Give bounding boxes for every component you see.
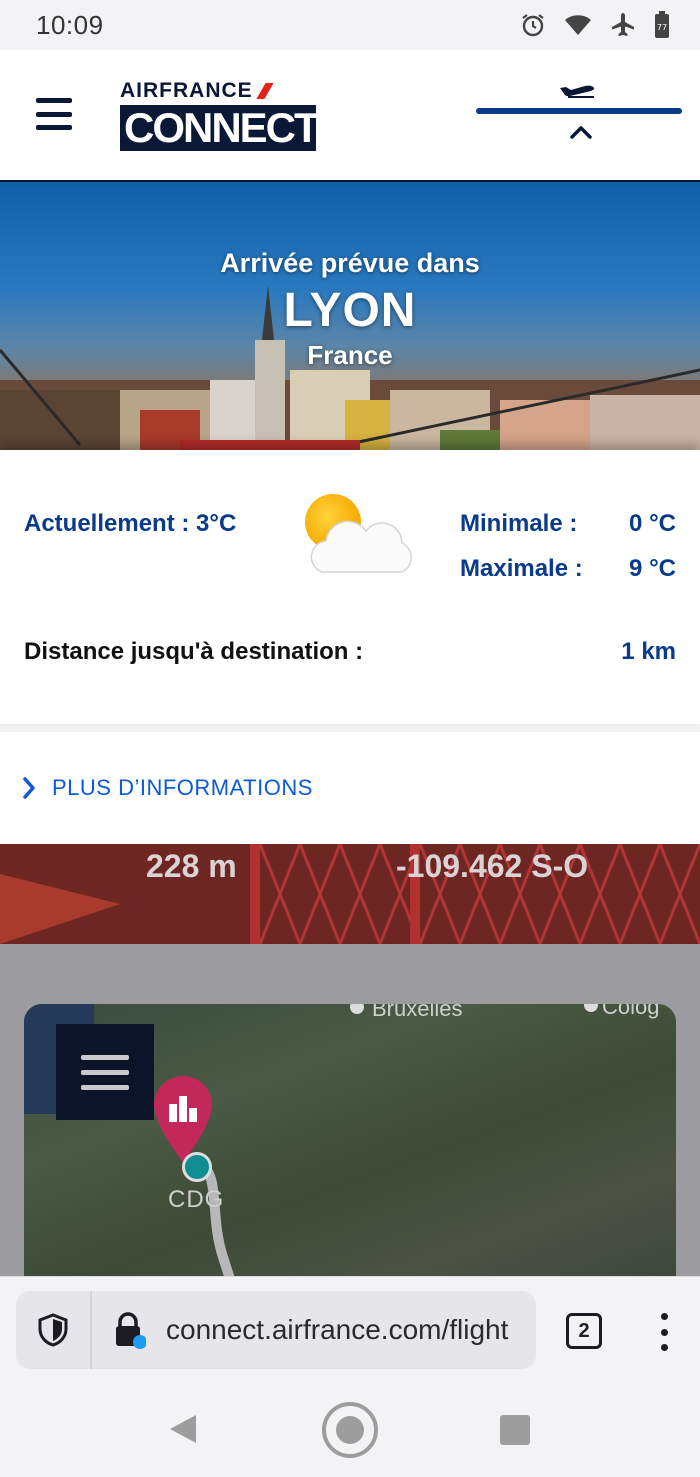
wifi-icon <box>564 13 592 37</box>
lock-icon[interactable] <box>92 1311 166 1349</box>
destination-city: LYON <box>283 284 417 337</box>
app-header: AIRFRANCE CONNECT <box>0 50 700 182</box>
max-value: 9 °C <box>629 555 676 582</box>
min-temperature-row: Minimale : 0 °C <box>460 510 676 538</box>
distance-label: Distance jusqu'à destination : <box>24 638 364 665</box>
airfrance-connect-logo[interactable]: AIRFRANCE CONNECT <box>120 80 316 152</box>
chevron-right-icon <box>22 777 36 799</box>
browser-menu-icon[interactable] <box>656 1313 672 1351</box>
alarm-icon <box>520 12 546 38</box>
departure-airport-dot[interactable] <box>182 1152 212 1182</box>
flight-stats-banner: 228 m -109.462 S-O <box>0 844 700 944</box>
max-temperature-row: Maximale : 9 °C <box>460 555 676 583</box>
current-temperature: Actuellement : 3°C <box>24 510 237 537</box>
flight-progress[interactable] <box>476 74 682 154</box>
destination-hero: Arrivée prévue dans LYON France <box>0 182 700 450</box>
partly-cloudy-icon <box>305 494 412 573</box>
logo-airfrance: AIRFRANCE <box>120 80 316 102</box>
hero-text: Arrivée prévue dans LYON France <box>0 248 700 371</box>
altitude-value: 228 m <box>146 848 237 884</box>
more-info-label: PLUS D’INFORMATIONS <box>52 775 313 800</box>
min-value: 0 °C <box>629 510 676 537</box>
status-time: 10:09 <box>36 9 104 40</box>
departure-airport-code: CDG <box>168 1186 225 1213</box>
more-info-link[interactable]: PLUS D’INFORMATIONS <box>0 732 700 844</box>
home-icon[interactable] <box>322 1402 378 1458</box>
tab-count-button[interactable]: 2 <box>566 1313 602 1349</box>
system-nav-bar <box>0 1380 700 1477</box>
menu-hamburger-icon[interactable] <box>36 98 72 130</box>
flight-map[interactable]: Bruxelles Colog CDG <box>24 1004 676 1304</box>
address-bar[interactable]: connect.airfrance.com/flight <box>16 1291 536 1369</box>
airplane-mode-icon <box>610 12 636 38</box>
max-label: Maximale : <box>460 555 583 582</box>
status-icons: 77 <box>520 11 670 39</box>
battery-icon: 77 <box>654 11 670 39</box>
flight-progress-bar <box>476 108 682 114</box>
map-city-label: Bruxelles <box>372 1004 463 1021</box>
svg-text:77: 77 <box>657 23 667 32</box>
status-bar: 10:09 77 <box>0 0 700 50</box>
destination-country: France <box>307 340 393 370</box>
min-label: Minimale : <box>460 510 578 537</box>
weather-card: Actuellement : 3°C Minimale : 0 °C Maxim… <box>0 450 700 724</box>
heading-value: -109.462 S-O <box>396 848 589 884</box>
arrival-subtitle: Arrivée prévue dans <box>220 248 480 278</box>
map-city-label: Colog <box>602 1004 660 1019</box>
bridge-image <box>0 844 700 944</box>
back-icon[interactable] <box>168 1413 198 1449</box>
map-menu-icon[interactable] <box>56 1024 154 1120</box>
plane-landing-icon <box>558 76 600 102</box>
screen: 10:09 77 AIRFRANCE CONNECT Arrivée prévu… <box>0 0 700 1477</box>
distance-value: 1 km <box>621 638 676 665</box>
chevron-up-icon[interactable] <box>570 124 592 143</box>
browser-toolbar: connect.airfrance.com/flight 2 <box>0 1276 700 1380</box>
logo-connect: CONNECT <box>120 105 316 151</box>
recents-icon[interactable] <box>500 1415 530 1445</box>
shield-icon[interactable] <box>16 1291 92 1369</box>
map-section: Bruxelles Colog CDG <box>0 944 700 1304</box>
url-text[interactable]: connect.airfrance.com/flight <box>166 1314 508 1346</box>
